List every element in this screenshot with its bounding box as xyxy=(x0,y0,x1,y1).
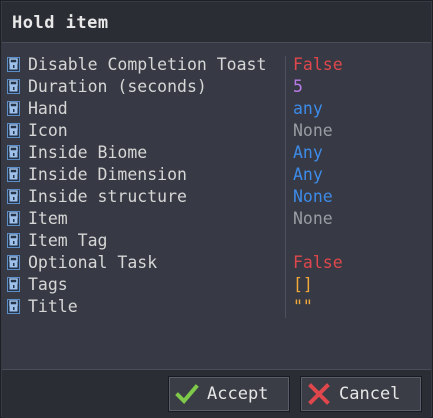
lock-icon xyxy=(7,57,20,72)
property-row[interactable]: Hand any xyxy=(5,98,433,120)
property-value[interactable]: None xyxy=(293,186,333,208)
property-value[interactable]: "" xyxy=(293,296,313,318)
property-row[interactable]: Tags [] xyxy=(5,274,433,296)
cancel-button[interactable]: Cancel xyxy=(300,376,422,412)
property-list: Disable Completion Toast False Duration (s… xyxy=(5,54,343,316)
property-value[interactable]: None xyxy=(293,208,333,230)
property-value[interactable]: Any xyxy=(293,142,323,164)
property-label: Optional Task xyxy=(28,253,158,272)
lock-icon xyxy=(7,299,20,314)
property-value[interactable]: any xyxy=(293,98,323,120)
property-label: Inside Dimension xyxy=(28,165,187,184)
dialog-window: Hold item Disable Completion Toast False D… xyxy=(0,0,433,418)
property-label: Inside structure xyxy=(28,187,187,206)
property-label: Item Tag xyxy=(28,231,108,250)
x-icon xyxy=(308,383,330,405)
property-value[interactable]: False xyxy=(293,54,343,76)
property-row[interactable]: Optional Task False xyxy=(5,252,433,274)
property-label: Duration (seconds) xyxy=(28,77,207,96)
accept-button[interactable]: Accept xyxy=(168,376,290,412)
property-row[interactable]: Item Tag xyxy=(5,230,433,252)
property-value[interactable]: [] xyxy=(293,274,313,296)
lock-icon xyxy=(7,123,20,138)
property-row[interactable]: Icon None xyxy=(5,120,433,142)
dialog-title: Hold item xyxy=(12,13,109,33)
property-label: Hand xyxy=(28,99,68,118)
property-row[interactable]: Item None xyxy=(5,208,433,230)
lock-icon xyxy=(7,277,20,292)
lock-icon xyxy=(7,255,20,270)
property-value[interactable]: Any xyxy=(293,164,323,186)
property-value[interactable]: False xyxy=(293,252,343,274)
property-label: Disable Completion Toast xyxy=(28,55,267,74)
lock-icon xyxy=(7,79,20,94)
property-row[interactable]: Inside structure None xyxy=(5,186,433,208)
accept-label: Accept xyxy=(207,384,269,404)
property-label: Inside Biome xyxy=(28,143,148,162)
lock-icon xyxy=(7,167,20,182)
lock-icon xyxy=(7,211,20,226)
lock-icon xyxy=(7,101,20,116)
property-label: Tags xyxy=(28,275,68,294)
property-label: Title xyxy=(28,297,78,316)
property-row[interactable]: Inside Biome Any xyxy=(5,142,433,164)
checkmark-icon xyxy=(175,384,199,404)
property-label: Icon xyxy=(28,121,68,140)
property-row[interactable]: Title "" xyxy=(5,296,433,318)
lock-icon xyxy=(7,189,20,204)
property-row[interactable]: Disable Completion Toast False xyxy=(5,54,433,76)
property-value[interactable]: 5 xyxy=(293,76,303,98)
title-bar: Hold item xyxy=(2,2,431,43)
button-bar: Accept Cancel xyxy=(2,369,431,418)
property-value[interactable]: None xyxy=(293,120,333,142)
lock-icon xyxy=(7,233,20,248)
property-label: Item xyxy=(28,209,68,228)
property-row[interactable]: Duration (seconds) 5 xyxy=(5,76,433,98)
property-row[interactable]: Inside Dimension Any xyxy=(5,164,433,186)
cancel-label: Cancel xyxy=(339,384,401,404)
lock-icon xyxy=(7,145,20,160)
